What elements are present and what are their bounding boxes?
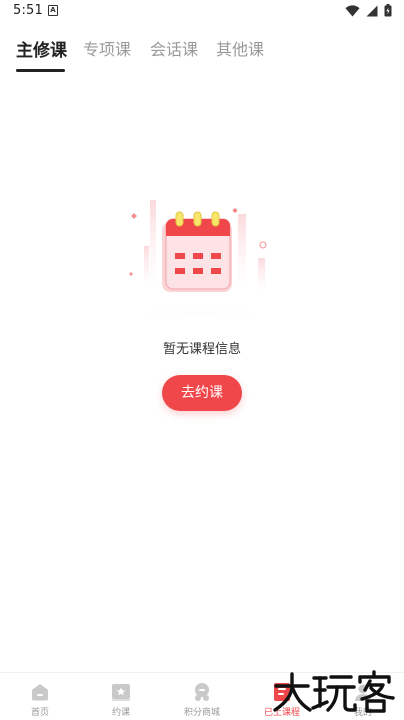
active-tab-indicator	[16, 69, 65, 72]
nav-item-points-mall[interactable]: 积分商城	[162, 673, 242, 720]
status-icons	[345, 4, 392, 17]
status-time: 5:51	[13, 3, 43, 18]
home-icon	[32, 684, 48, 701]
tab-conversation-course[interactable]: 会话课	[150, 36, 198, 60]
wifi-icon	[345, 4, 360, 16]
go-book-class-button[interactable]: 去约课	[162, 375, 242, 411]
notification-icon: A	[48, 5, 58, 16]
nav-label-book-class: 约课	[111, 708, 130, 718]
nav-label-points-mall: 积分商城	[183, 708, 220, 718]
book-class-icon	[112, 684, 130, 701]
empty-calendar-illustration	[122, 200, 282, 314]
points-mall-icon	[195, 683, 209, 701]
nav-item-home[interactable]: 首页	[0, 673, 80, 720]
watermark-logo	[273, 670, 395, 713]
tab-special-course[interactable]: 专项课	[83, 36, 131, 60]
tab-other-course[interactable]: 其他课	[216, 36, 264, 60]
battery-icon	[384, 4, 392, 17]
course-tabs: 主修课 专项课 会话课 其他课	[0, 30, 404, 74]
status-bar: 5:51 A	[0, 0, 404, 24]
tab-main-course[interactable]: 主修课	[16, 36, 67, 61]
empty-message: 暂无课程信息	[162, 342, 241, 357]
nav-label-home: 首页	[30, 708, 49, 718]
nav-item-book-class[interactable]: 约课	[81, 673, 161, 720]
signal-icon	[366, 5, 378, 16]
